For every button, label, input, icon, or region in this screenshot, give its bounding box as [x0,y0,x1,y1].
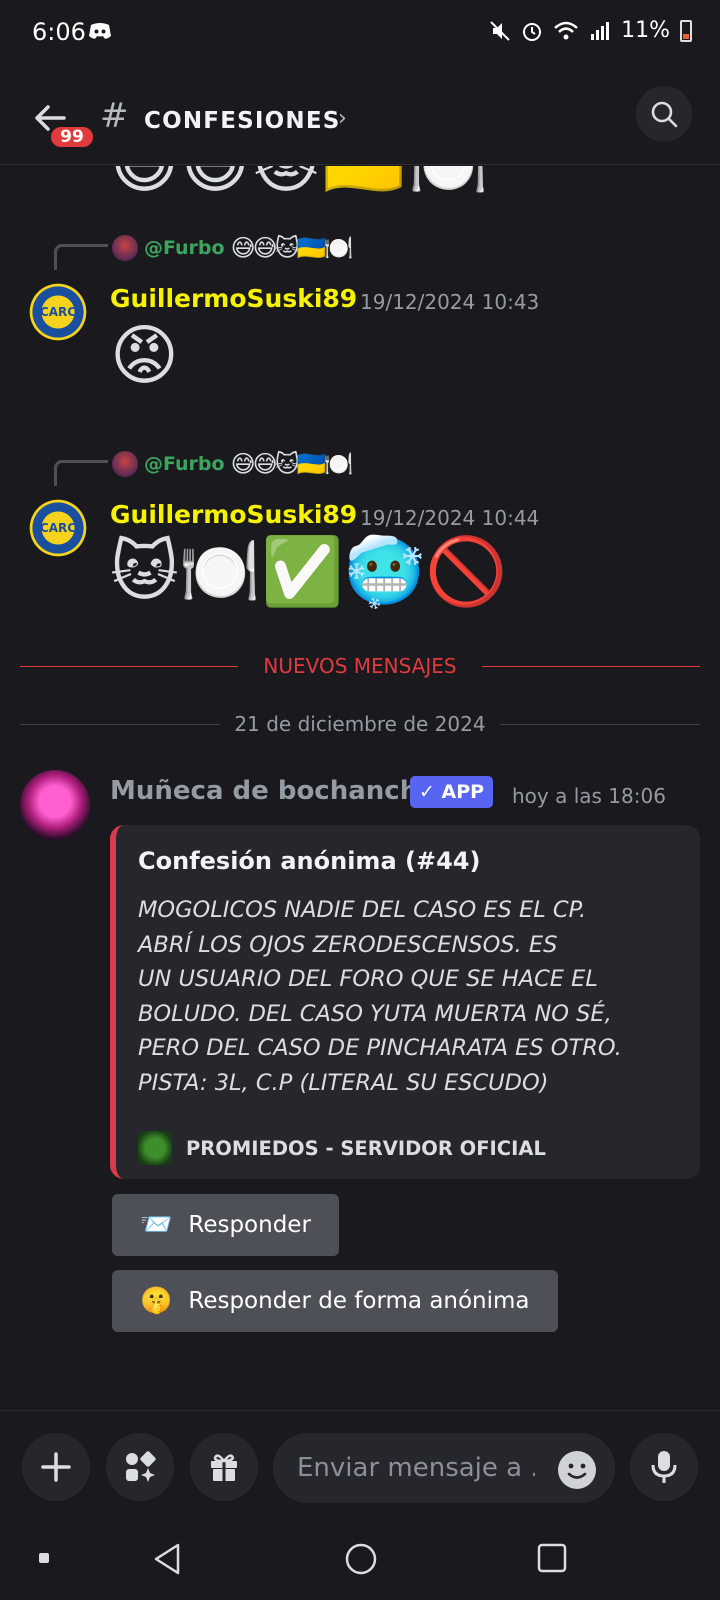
wifi-icon [554,21,578,39]
battery-text: 11% [621,18,670,43]
menu-dot-icon[interactable] [38,1552,50,1564]
emoji: 🐱 [252,166,321,206]
plate-emoji: 🍽️ [178,533,261,610]
embed-line: BOLUDO. DEL CASO YUTA MUERTA NO SÉ, [138,1000,612,1027]
search-button[interactable] [636,86,692,142]
cat-emoji: 🐱 [110,533,179,610]
new-messages-divider: NUEVOS MENSAJES [20,654,700,678]
emoji: 🇺🇦 [322,166,404,206]
bot-username[interactable]: Muñeca de bochancho [110,776,436,806]
shushing-face-icon: 🤫 [140,1286,173,1316]
previous-message-emojis: 😅 😅 🐱 🇺🇦 🍽️ [110,166,489,206]
reply-preview[interactable]: @Furbo 😅😅🐱🇺🇦🍽️ [112,234,354,262]
reply-connector [54,460,108,486]
reply-connector [54,244,108,270]
embed-line: PISTA: 3L, C.P (LITERAL SU ESCUDO) [138,1069,549,1096]
check-emoji: ✅ [261,533,344,610]
username[interactable]: GuillermoSuski89 [110,500,357,529]
battery-icon [680,19,692,42]
anonymous-reply-button[interactable]: 🤫 Responder de forma anónima [112,1270,558,1332]
timestamp: hoy a las 18:06 [512,784,666,808]
timestamp: 19/12/2024 10:44 [360,506,540,530]
app-badge: ✓ APP [410,776,494,808]
apps-icon [126,1451,156,1482]
search-icon [651,101,678,128]
channel-header: 99 # CONFESIONES › [0,80,720,165]
add-button[interactable] [22,1433,90,1501]
embed-body: MOGOLICOS NADIE DEL CASO ES EL CP. ABRÍ … [138,893,678,1101]
message-list[interactable]: 😅 😅 🐱 🇺🇦 🍽️ @Furbo 😅😅🐱🇺🇦🍽️ CARC Guillerm… [0,166,720,1410]
reply-preview[interactable]: @Furbo 😅😅🐱🇺🇦🍽️ [112,450,354,478]
mute-icon [490,20,510,41]
plus-icon [41,1452,71,1482]
system-nav-bar [0,1520,720,1600]
embed-line: MOGOLICOS NADIE DEL CASO ES EL CP. [138,897,587,923]
reply-emojis: 😅😅🐱🇺🇦🍽️ [230,234,354,262]
channel-title[interactable]: CONFESIONES [144,108,341,134]
avatar [112,451,138,477]
gift-button[interactable] [190,1433,258,1501]
back-nav-icon[interactable] [152,1542,182,1576]
hash-icon: # [100,96,129,136]
avatar[interactable]: CARC [26,280,90,344]
confession-embed: Confesión anónima (#44) MOGOLICOS NADIE … [110,825,700,1179]
emoji-picker-button[interactable] [558,1451,596,1489]
reply-mention: @Furbo [144,237,225,259]
unread-badge: 99 [48,124,96,150]
avatar [112,235,138,261]
reply-button-label: Responder [188,1212,311,1238]
home-nav-icon[interactable] [344,1542,378,1576]
embed-footer-text: PROMIEDOS - SERVIDOR OFICIAL [186,1136,546,1160]
message-input-bar [0,1410,720,1510]
status-time: 6:06 [32,18,86,46]
avatar[interactable] [20,770,90,840]
microphone-icon [651,1451,677,1483]
reply-emojis: 😅😅🐱🇺🇦🍽️ [230,450,354,478]
message-content: 😡 [110,314,179,398]
embed-title: Confesión anónima (#44) [138,847,481,875]
chevron-right-icon[interactable]: › [338,106,347,131]
date-divider: 21 de diciembre de 2024 [20,712,700,736]
angry-face-emoji: 😡 [110,317,179,394]
timestamp: 19/12/2024 10:43 [360,290,540,314]
apps-button[interactable] [106,1433,174,1501]
avatar[interactable]: CARC [26,496,90,560]
username[interactable]: GuillermoSuski89 [110,284,357,313]
recents-nav-icon[interactable] [536,1542,568,1574]
status-bar: 6:06 11% [0,0,720,70]
reply-mention: @Furbo [144,453,225,475]
prohibited-emoji: 🚫 [425,533,508,610]
alarm-icon [523,22,542,41]
message-content: 🐱 🍽️ ✅ 🥶 🚫 [110,530,508,614]
voice-button[interactable] [630,1433,698,1501]
anonymous-reply-label: Responder de forma anónima [188,1288,530,1314]
cold-face-emoji: 🥶 [343,533,426,610]
embed-line: UN USUARIO DEL FORO QUE SE HACE EL [138,966,598,993]
reply-button[interactable]: 📨 Responder [112,1194,339,1256]
emoji: 🍽️ [407,166,489,206]
gift-icon [211,1454,237,1481]
discord-icon [89,23,111,39]
smile-icon [567,1463,587,1479]
server-icon [138,1131,172,1165]
emoji: 😅 [110,166,179,206]
status-icons: 11% [489,18,692,43]
embed-line: PERO DEL CASO DE PINCHARATA ES OTRO. [138,1035,622,1062]
envelope-icon: 📨 [140,1210,173,1240]
embed-line: ABRÍ LOS OJOS ZERODESCENSOS. ES [138,931,558,958]
embed-footer: PROMIEDOS - SERVIDOR OFICIAL [138,1131,546,1165]
emoji: 😅 [181,166,250,206]
signal-icon [591,21,610,40]
